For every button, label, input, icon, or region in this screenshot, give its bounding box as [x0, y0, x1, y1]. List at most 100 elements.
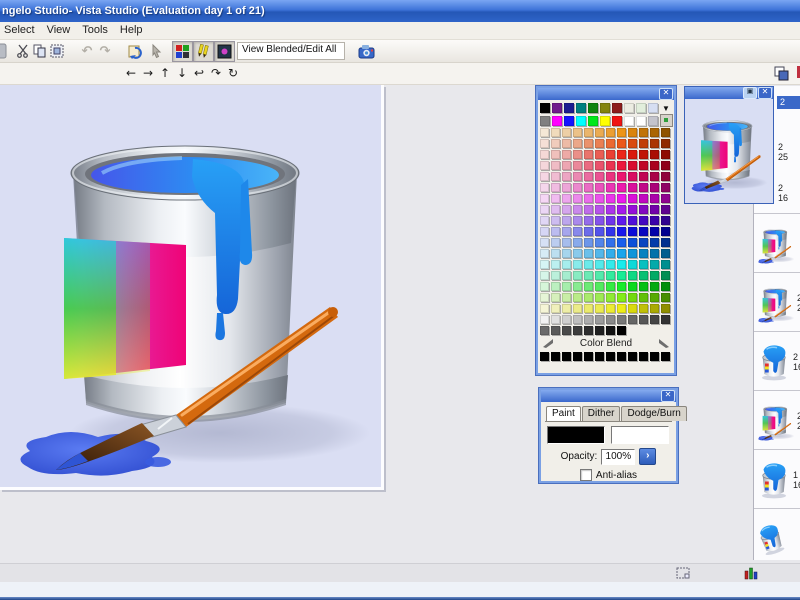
palette-swatch[interactable] — [551, 282, 560, 291]
blend-swatch[interactable] — [661, 352, 670, 361]
palette-swatch[interactable] — [562, 315, 571, 324]
palette-swatch[interactable] — [617, 139, 626, 148]
preview-restore-icon[interactable]: ▣ — [743, 87, 757, 99]
image-canvas[interactable] — [0, 85, 384, 490]
palette-swatch[interactable] — [650, 227, 659, 236]
color-picker-icon[interactable] — [660, 114, 673, 127]
palette-swatch[interactable] — [650, 260, 659, 269]
palette-swatch[interactable] — [648, 103, 658, 113]
palette-swatch[interactable] — [584, 260, 593, 269]
palette-swatch[interactable] — [628, 227, 637, 236]
palette-swatch[interactable] — [595, 315, 604, 324]
view-mode-combobox[interactable]: View Blended/Edit All — [237, 42, 345, 60]
tab-dodge-burn[interactable]: Dodge/Burn — [621, 406, 687, 421]
palette-swatch[interactable] — [639, 227, 648, 236]
palette-swatch[interactable] — [584, 227, 593, 236]
palette-swatch[interactable] — [562, 304, 571, 313]
palette-swatch[interactable] — [606, 161, 615, 170]
palette-swatch[interactable] — [595, 150, 604, 159]
palette-swatch[interactable] — [628, 194, 637, 203]
palette-swatch[interactable] — [628, 150, 637, 159]
palette-swatch[interactable] — [540, 194, 549, 203]
palette-swatch[interactable] — [540, 249, 549, 258]
palette-swatch[interactable] — [595, 304, 604, 313]
preview-thumbnail[interactable] — [685, 99, 773, 202]
palette-swatch[interactable] — [584, 238, 593, 247]
menu-view[interactable]: View — [43, 23, 79, 38]
palette-swatch[interactable] — [639, 260, 648, 269]
palette-swatch[interactable] — [562, 227, 571, 236]
palette-swatch[interactable] — [540, 161, 549, 170]
palette-swatch[interactable] — [661, 205, 670, 214]
opacity-spinner-button[interactable]: › — [639, 448, 657, 465]
palette-swatch[interactable] — [584, 172, 593, 181]
palette-swatch[interactable] — [639, 172, 648, 181]
palette-swatch[interactable] — [628, 205, 637, 214]
palette-swatch[interactable] — [606, 293, 615, 302]
palette-swatch[interactable] — [562, 128, 571, 137]
transform-arrow-icon-1[interactable]: → — [141, 65, 155, 81]
palette-swatch[interactable] — [636, 103, 646, 113]
blend-swatch[interactable] — [650, 352, 659, 361]
palette-swatch[interactable] — [584, 139, 593, 148]
palette-swatch[interactable] — [562, 249, 571, 258]
palette-swatch[interactable] — [540, 128, 549, 137]
palette-swatch[interactable] — [540, 172, 549, 181]
palette-swatch[interactable] — [573, 227, 582, 236]
palette-swatch[interactable] — [636, 115, 646, 126]
palette-swatch[interactable] — [540, 315, 549, 324]
palette-swatch[interactable] — [540, 326, 549, 335]
palette-swatch[interactable] — [628, 293, 637, 302]
palette-swatch[interactable] — [606, 249, 615, 258]
palette-swatch[interactable] — [650, 161, 659, 170]
edit-channels-toggle[interactable] — [193, 41, 214, 62]
blend-swatch[interactable] — [617, 352, 626, 361]
palette-swatch[interactable] — [595, 172, 604, 181]
palette-swatch[interactable] — [584, 315, 593, 324]
palette-swatch[interactable] — [628, 216, 637, 225]
import-image-icon[interactable] — [126, 42, 144, 60]
palette-swatch[interactable] — [595, 161, 604, 170]
palette-swatch[interactable] — [562, 326, 571, 335]
palette-swatch[interactable] — [595, 183, 604, 192]
palette-swatch[interactable] — [562, 139, 571, 148]
palette-swatch[interactable] — [650, 183, 659, 192]
blend-swatch[interactable] — [595, 352, 604, 361]
palette-swatch[interactable] — [612, 103, 622, 113]
palette-swatch[interactable] — [584, 282, 593, 291]
palette-swatch[interactable] — [639, 238, 648, 247]
palette-swatch[interactable] — [551, 183, 560, 192]
paint-close-icon[interactable]: ✕ — [661, 390, 675, 402]
palette-swatch[interactable] — [606, 326, 615, 335]
palette-swatch[interactable] — [551, 260, 560, 269]
palette-swatch[interactable] — [606, 194, 615, 203]
palette-swatch[interactable] — [540, 271, 549, 280]
palette-swatch[interactable] — [661, 128, 670, 137]
opacity-value-field[interactable]: 100% — [601, 448, 636, 465]
palette-swatch[interactable] — [540, 216, 549, 225]
single-channel-toggle[interactable] — [214, 41, 235, 62]
palette-swatch[interactable] — [573, 282, 582, 291]
palette-swatch[interactable] — [595, 216, 604, 225]
palette-swatch[interactable] — [551, 161, 560, 170]
thumbnail-row[interactable] — [754, 508, 800, 560]
tab-paint[interactable]: Paint — [546, 406, 581, 421]
palette-swatch[interactable] — [551, 249, 560, 258]
palette-title-bar[interactable]: ✕ — [538, 88, 674, 100]
palette-swatch[interactable] — [562, 271, 571, 280]
preview-title-bar[interactable]: ▣ ✕ — [685, 87, 773, 99]
palette-swatch[interactable] — [639, 205, 648, 214]
blend-swatch[interactable] — [606, 352, 615, 361]
palette-swatch[interactable] — [551, 238, 560, 247]
thumbnail-row[interactable] — [754, 213, 800, 273]
palette-swatch[interactable] — [617, 326, 626, 335]
palette-swatch[interactable] — [650, 194, 659, 203]
palette-swatch[interactable] — [564, 115, 574, 126]
palette-swatch[interactable] — [540, 282, 549, 291]
palette-swatch[interactable] — [661, 249, 670, 258]
palette-swatch[interactable] — [551, 205, 560, 214]
palette-swatch[interactable] — [639, 161, 648, 170]
palette-swatch[interactable] — [573, 238, 582, 247]
palette-swatch[interactable] — [628, 249, 637, 258]
palette-swatch[interactable] — [595, 271, 604, 280]
